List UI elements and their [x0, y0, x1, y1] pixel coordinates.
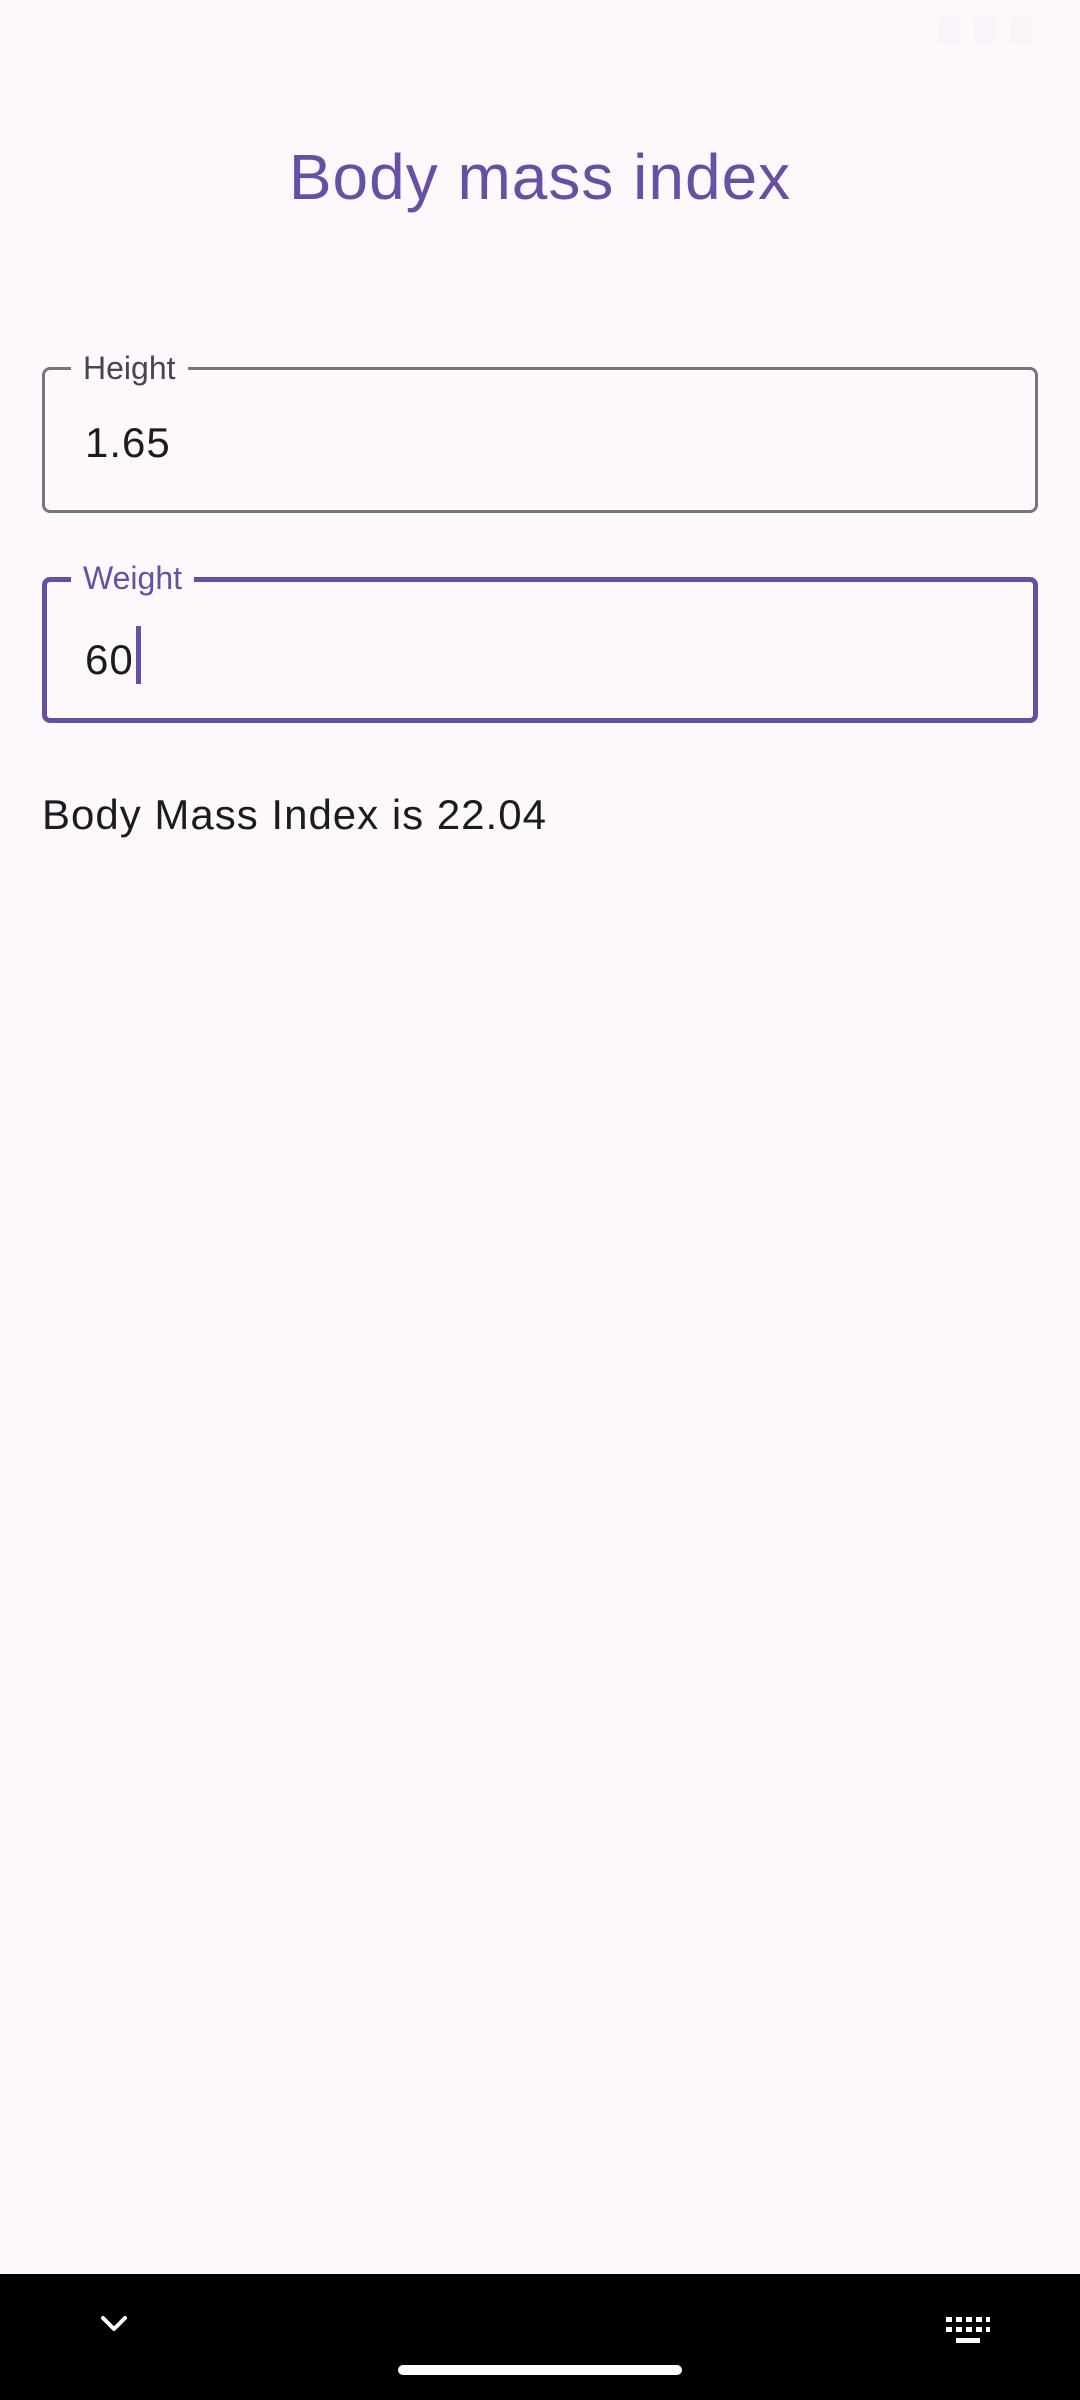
chevron-down-icon[interactable] [94, 2304, 134, 2344]
battery-icon [1010, 16, 1032, 44]
status-bar [0, 0, 1080, 64]
bmi-result-text: Body Mass Index is 22.04 [42, 791, 547, 838]
height-field[interactable]: Height 1.65 [42, 349, 1038, 513]
status-icons [938, 16, 1032, 44]
weight-input[interactable]: 60 [85, 626, 141, 685]
weight-field-label: Weight [71, 559, 195, 597]
keyboard-icon[interactable] [944, 2314, 992, 2348]
height-field-label: Height [71, 349, 188, 387]
text-cursor [135, 626, 141, 684]
wifi-icon [938, 16, 960, 44]
weight-field[interactable]: Weight 60 [42, 559, 1038, 723]
page-title: Body mass index [288, 141, 792, 213]
home-gesture-handle[interactable] [398, 2365, 682, 2375]
navigation-bar [0, 2274, 1080, 2400]
weight-input-value: 60 [85, 636, 134, 683]
signal-icon [974, 16, 996, 44]
height-input-value[interactable]: 1.65 [85, 418, 171, 468]
